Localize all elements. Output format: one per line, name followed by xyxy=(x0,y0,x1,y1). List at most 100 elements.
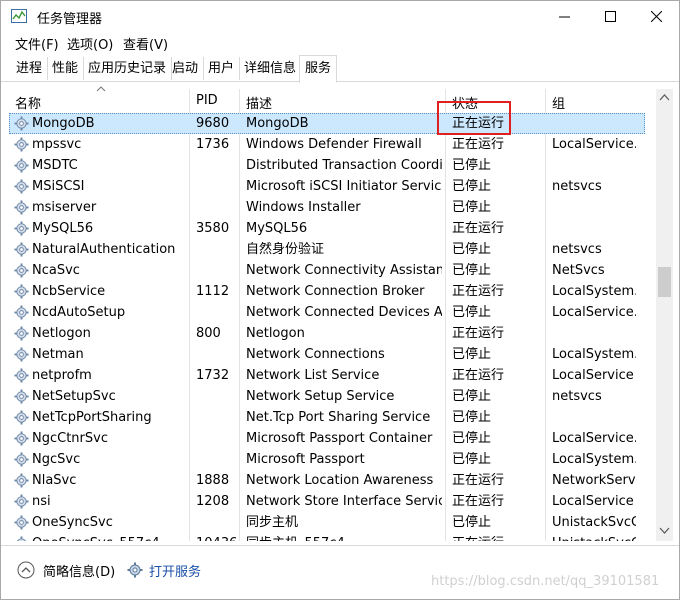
menu-file[interactable]: 文件(F) xyxy=(15,34,59,53)
table-row[interactable]: NetTcpPortSharing Net.Tcp Port Sharing Se… xyxy=(9,407,645,428)
service-description: MySQL56 xyxy=(246,221,308,236)
table-row[interactable]: MySQL56 3580 MySQL56 正在运行 xyxy=(9,218,645,239)
service-pid: 1732 xyxy=(196,368,230,383)
service-status: 正在运行 xyxy=(452,284,505,299)
service-name: NcaSvc xyxy=(32,263,80,278)
service-pid: 1736 xyxy=(196,137,230,152)
table-row[interactable]: NcaSvc Network Connectivity Assistant 已停止 N… xyxy=(9,260,645,281)
service-group: LocalService... xyxy=(552,431,636,446)
maximize-icon xyxy=(604,11,616,22)
service-status: 正在运行 xyxy=(452,536,542,541)
service-group: UnistackSvcG... xyxy=(552,536,636,541)
table-row[interactable]: OneSyncSvc 同步主机 已停止 UnistackSvcG... xyxy=(9,512,645,533)
table-row[interactable]: NlaSvc 1888 Network Location Awareness 正在运行… xyxy=(9,470,645,491)
service-pid: 1208 xyxy=(196,494,230,509)
tab-bar: 进程 性能 应用历史记录 启动 用户 详细信息 服务 xyxy=(1,55,679,83)
service-gear-icon xyxy=(14,284,29,299)
service-gear-icon xyxy=(14,305,29,320)
service-gear-icon xyxy=(14,158,29,173)
table-row[interactable]: msiserver Windows Installer 已停止 xyxy=(9,197,645,218)
tab-startup[interactable]: 启动 xyxy=(167,57,205,80)
minimize-button[interactable] xyxy=(541,1,587,32)
tab-processes[interactable]: 进程 xyxy=(11,57,49,80)
service-status: 正在运行 xyxy=(452,326,505,341)
service-status: 已停止 xyxy=(452,305,492,320)
service-name: NetTcpPortSharing xyxy=(32,410,152,425)
scroll-down-icon[interactable] xyxy=(659,527,670,535)
service-group: LocalSystem... xyxy=(552,452,636,467)
service-pid: 1112 xyxy=(196,284,230,299)
scrollbar-thumb[interactable] xyxy=(658,267,671,297)
tab-app-history[interactable]: 应用历史记录 xyxy=(83,57,173,80)
service-description: Network Connections xyxy=(246,347,385,362)
service-group: LocalService... xyxy=(552,305,636,320)
table-row[interactable]: Netman Network Connections 已停止 LocalSystem.… xyxy=(9,344,645,365)
service-description: Network Connection Broker xyxy=(246,284,425,299)
column-header-name[interactable]: 名称 xyxy=(15,93,41,112)
service-status: 已停止 xyxy=(452,452,492,467)
service-status: 已停止 xyxy=(452,179,492,194)
scroll-up-icon[interactable] xyxy=(659,93,670,101)
service-pid: 10436 xyxy=(196,536,241,541)
service-description: Microsoft iSCSI Initiator Service xyxy=(246,179,442,194)
service-name: MSDTC xyxy=(32,158,78,173)
service-gear-icon xyxy=(14,410,29,425)
service-status: 正在运行 xyxy=(452,494,505,509)
service-description: Network Connected Devices Au... xyxy=(246,305,442,320)
vertical-scrollbar[interactable] xyxy=(656,89,673,541)
service-name: mpssvc xyxy=(32,137,82,152)
service-gear-icon xyxy=(14,221,29,236)
tab-details[interactable]: 详细信息 xyxy=(239,57,303,80)
window-title: 任务管理器 xyxy=(37,12,103,27)
table-row[interactable]: OneSyncSvc_557c4 10436 同步主机_557c4 正在运行 Unist… xyxy=(9,533,645,541)
column-header-group[interactable]: 组 xyxy=(552,93,565,112)
task-manager-window: 任务管理器 文件(F) 选项(O) 查看(V) 进程 性能 应用历史记录 启动 … xyxy=(0,0,680,600)
service-description: Network Setup Service xyxy=(246,389,395,404)
table-row[interactable]: MSDTC Distributed Transaction Coordi... 已停… xyxy=(9,155,645,176)
tab-users[interactable]: 用户 xyxy=(203,57,241,80)
watermark-text: https://blog.csdn.net/qq_39101581 xyxy=(431,574,660,589)
table-row[interactable]: NgcSvc Microsoft Passport 已停止 LocalSystem..… xyxy=(9,449,645,470)
tab-performance[interactable]: 性能 xyxy=(47,57,85,80)
table-row[interactable]: NgcCtnrSvc Microsoft Passport Container 已停… xyxy=(9,428,645,449)
tab-services[interactable]: 服务 xyxy=(299,55,338,83)
column-header-pid[interactable]: PID xyxy=(196,93,218,108)
service-group: LocalSystem... xyxy=(552,347,636,362)
service-status: 已停止 xyxy=(452,431,492,446)
service-description: Distributed Transaction Coordi... xyxy=(246,158,442,173)
service-pid: 800 xyxy=(196,326,221,341)
fewer-details-button[interactable]: 简略信息(D) xyxy=(17,559,115,581)
table-row[interactable]: netprofm 1732 Network List Service 正在运行 Loca… xyxy=(9,365,645,386)
menu-view[interactable]: 查看(V) xyxy=(123,34,168,53)
menu-options[interactable]: 选项(O) xyxy=(67,34,113,53)
table-row[interactable]: Netlogon 800 Netlogon 正在运行 xyxy=(9,323,645,344)
service-gear-icon xyxy=(14,452,29,467)
table-row[interactable]: mpssvc 1736 Windows Defender Firewall 正在运行 L… xyxy=(9,134,645,155)
maximize-button[interactable] xyxy=(587,1,633,32)
service-name: MongoDB xyxy=(32,116,95,131)
table-row[interactable]: NetSetupSvc Network Setup Service 已停止 netsv… xyxy=(9,386,645,407)
column-header-description[interactable]: 描述 xyxy=(246,93,272,112)
service-gear-icon xyxy=(14,263,29,278)
service-name: Netman xyxy=(32,347,84,362)
open-services-link[interactable]: 打开服务 xyxy=(127,559,201,581)
service-group: netsvcs xyxy=(552,179,602,194)
task-manager-icon xyxy=(11,9,27,23)
service-gear-icon xyxy=(14,515,29,530)
service-description: Microsoft Passport xyxy=(246,452,365,467)
table-row[interactable]: MSiSCSI Microsoft iSCSI Initiator Service… xyxy=(9,176,645,197)
table-row[interactable]: MongoDB 9680 MongoDB 正在运行 xyxy=(9,113,645,134)
service-name: NgcCtnrSvc xyxy=(32,431,108,446)
service-group: LocalService xyxy=(552,368,634,383)
close-button[interactable] xyxy=(633,1,679,32)
table-row[interactable]: NcdAutoSetup Network Connected Devices Au… xyxy=(9,302,645,323)
table-row[interactable]: NcbService 1112 Network Connection Broker 正… xyxy=(9,281,645,302)
service-description: Windows Installer xyxy=(246,200,361,215)
table-row[interactable]: NaturalAuthentication 自然身份验证 已停止 netsvcs xyxy=(9,239,645,260)
service-status: 正在运行 xyxy=(452,473,505,488)
service-name: OneSyncSvc_557c4 xyxy=(32,536,187,541)
service-description: 自然身份验证 xyxy=(246,242,325,257)
service-gear-icon xyxy=(16,536,27,541)
table-row[interactable]: nsi 1208 Network Store Interface Service 正在… xyxy=(9,491,645,512)
service-name: NetSetupSvc xyxy=(32,389,116,404)
